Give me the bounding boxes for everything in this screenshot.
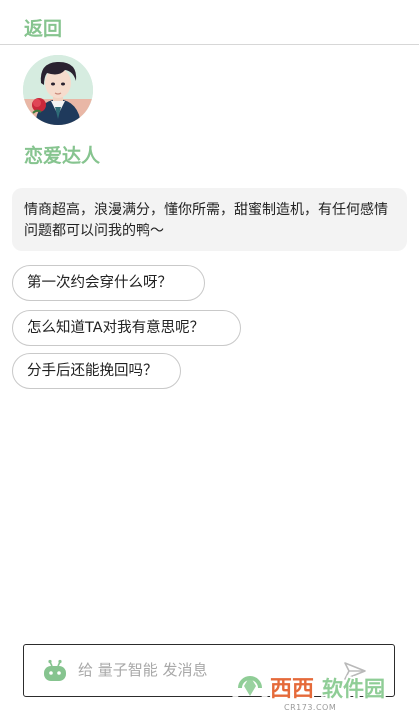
watermark-site: CR173.COM [284, 703, 337, 712]
message-input[interactable] [78, 654, 328, 686]
agent-name: 恋爱达人 [24, 145, 101, 167]
suggestion-chip[interactable]: 分手后还能挽回吗？ [12, 353, 181, 389]
avatar-illustration [23, 55, 93, 125]
back-button[interactable]: 返回 [24, 14, 62, 41]
send-icon[interactable] [342, 659, 368, 683]
agent-intro-bubble: 情商超高，浪漫满分，懂你所需，甜蜜制造机，有任何感情问题都可以问我的鸭～ [12, 188, 407, 251]
robot-icon [44, 659, 66, 681]
agent-avatar [23, 55, 93, 125]
header: 返回 [0, 0, 419, 45]
message-input-bar [23, 644, 395, 697]
suggestion-chip[interactable]: 怎么知道TA对我有意思呢？ [12, 310, 241, 346]
suggestion-chip[interactable]: 第一次约会穿什么呀？ [12, 265, 205, 301]
